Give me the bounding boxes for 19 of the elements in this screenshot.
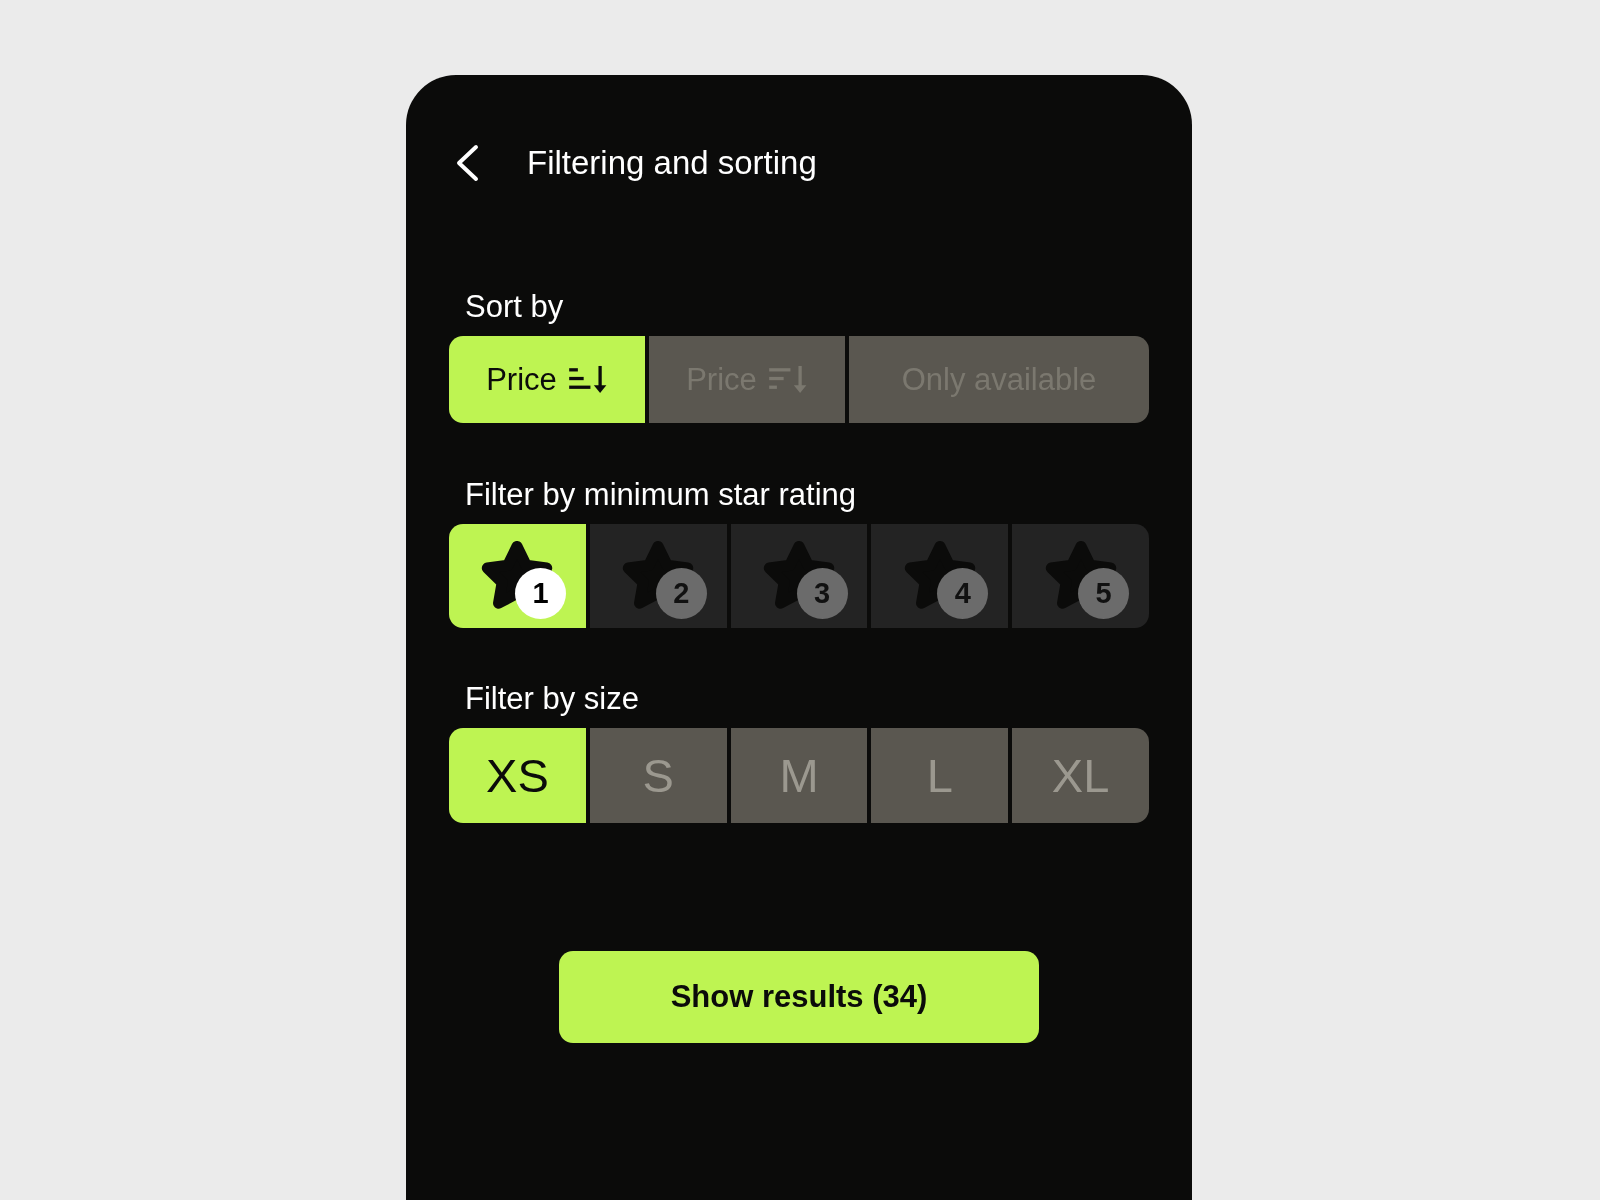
size-option[interactable]: XL xyxy=(1012,728,1149,823)
rating-option[interactable]: 5 xyxy=(1012,524,1149,628)
rating-option[interactable]: 2 xyxy=(589,524,727,628)
sort-option[interactable]: Price xyxy=(449,336,645,423)
sort-ascending-icon xyxy=(568,365,608,394)
section-label: Filter by minimum star rating xyxy=(464,476,857,514)
rating-option[interactable]: 1 xyxy=(449,524,586,628)
rating-option[interactable]: 3 xyxy=(730,524,868,628)
section-label: Sort by xyxy=(464,288,564,326)
size-option[interactable]: L xyxy=(871,728,1009,823)
screen-title: Filtering and sorting xyxy=(527,143,817,183)
show-results-button[interactable]: Show results (34) xyxy=(559,951,1039,1043)
size-option[interactable]: XS xyxy=(449,728,586,823)
chevron-left-icon[interactable] xyxy=(455,144,479,182)
rating-option[interactable]: 4 xyxy=(871,524,1009,628)
section-label: Filter by size xyxy=(464,680,639,718)
size-option[interactable]: M xyxy=(730,728,868,823)
size-option[interactable]: S xyxy=(589,728,727,823)
sort-descending-icon xyxy=(768,365,808,394)
